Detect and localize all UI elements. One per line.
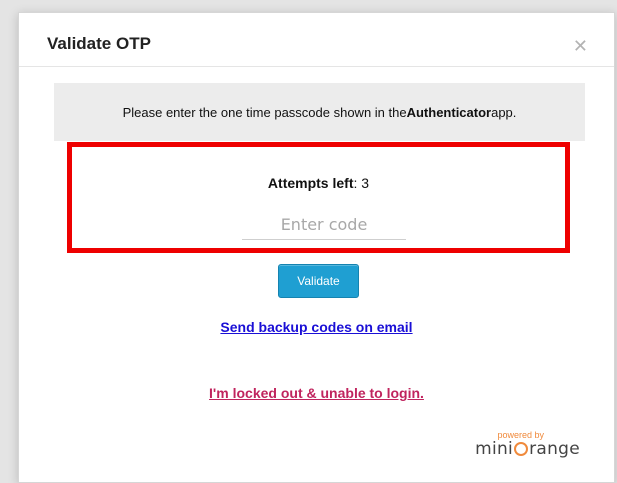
instruction-text-suffix: app. xyxy=(491,104,517,120)
dialog-title: Validate OTP xyxy=(47,34,151,53)
validate-button[interactable]: Validate xyxy=(278,264,359,298)
highlight-box: Attempts left: 3 xyxy=(67,142,570,253)
otp-code-input[interactable] xyxy=(242,210,406,240)
close-icon[interactable]: ✕ xyxy=(573,37,588,55)
instruction-banner: Please enter the one time passcode shown… xyxy=(54,83,585,141)
locked-out-link[interactable]: I'm locked out & unable to login. xyxy=(19,385,614,401)
miniorange-logo: mini range xyxy=(475,440,580,459)
brand-logo: powered by mini range xyxy=(475,431,580,459)
attempts-left: Attempts left: 3 xyxy=(72,175,565,191)
dialog-header: Validate OTP ✕ xyxy=(19,13,614,67)
attempts-count: 3 xyxy=(361,175,370,191)
logo-text-left: mini xyxy=(475,439,514,459)
logo-text-right: range xyxy=(529,439,580,459)
send-backup-codes-link[interactable]: Send backup codes on email xyxy=(19,319,614,335)
instruction-text-prefix: Please enter the one time passcode shown… xyxy=(122,104,407,120)
orange-o-icon xyxy=(514,442,529,456)
attempts-label: Attempts left xyxy=(267,175,354,191)
authenticator-app-name: Authenticator xyxy=(406,104,492,120)
validate-otp-dialog: Validate OTP ✕ Please enter the one time… xyxy=(18,12,615,483)
